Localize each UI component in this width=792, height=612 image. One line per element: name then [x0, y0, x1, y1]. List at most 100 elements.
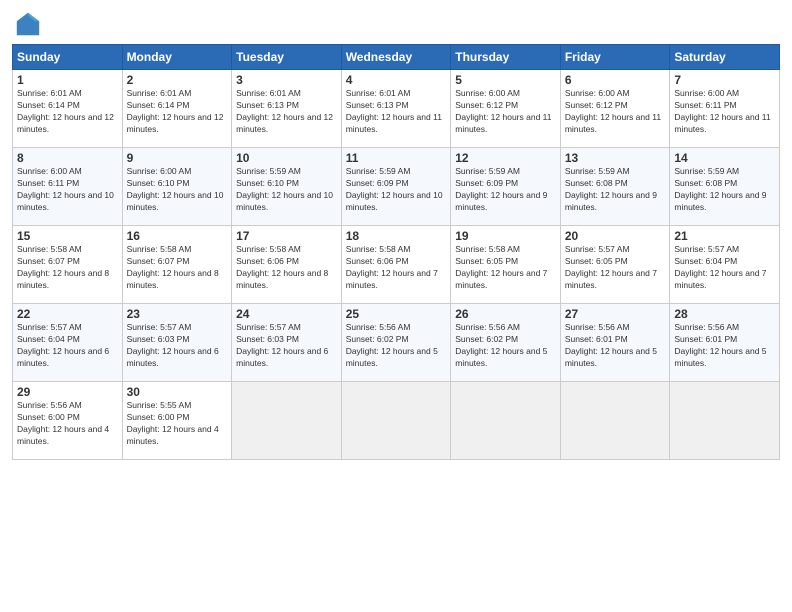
header-monday: Monday: [122, 45, 232, 70]
day-info: Sunrise: 6:00 AM Sunset: 6:10 PM Dayligh…: [127, 166, 228, 214]
day-number: 29: [17, 385, 118, 399]
day-info: Sunrise: 5:57 AM Sunset: 6:03 PM Dayligh…: [127, 322, 228, 370]
calendar-cell: 20 Sunrise: 5:57 AM Sunset: 6:05 PM Dayl…: [560, 226, 670, 304]
calendar-cell: [451, 382, 561, 460]
day-number: 6: [565, 73, 666, 87]
header-sunday: Sunday: [13, 45, 123, 70]
day-number: 20: [565, 229, 666, 243]
day-info: Sunrise: 5:58 AM Sunset: 6:07 PM Dayligh…: [127, 244, 228, 292]
calendar-cell: 28 Sunrise: 5:56 AM Sunset: 6:01 PM Dayl…: [670, 304, 780, 382]
calendar-cell: 7 Sunrise: 6:00 AM Sunset: 6:11 PM Dayli…: [670, 70, 780, 148]
calendar-cell: 12 Sunrise: 5:59 AM Sunset: 6:09 PM Dayl…: [451, 148, 561, 226]
calendar-cell: 5 Sunrise: 6:00 AM Sunset: 6:12 PM Dayli…: [451, 70, 561, 148]
weekday-header-row: Sunday Monday Tuesday Wednesday Thursday…: [13, 45, 780, 70]
page-header: [12, 10, 780, 38]
day-info: Sunrise: 5:58 AM Sunset: 6:05 PM Dayligh…: [455, 244, 556, 292]
calendar-cell: 13 Sunrise: 5:59 AM Sunset: 6:08 PM Dayl…: [560, 148, 670, 226]
calendar-cell: 22 Sunrise: 5:57 AM Sunset: 6:04 PM Dayl…: [13, 304, 123, 382]
day-info: Sunrise: 6:01 AM Sunset: 6:13 PM Dayligh…: [236, 88, 337, 136]
day-number: 11: [346, 151, 447, 165]
calendar-cell: 21 Sunrise: 5:57 AM Sunset: 6:04 PM Dayl…: [670, 226, 780, 304]
calendar-cell: 27 Sunrise: 5:56 AM Sunset: 6:01 PM Dayl…: [560, 304, 670, 382]
day-number: 9: [127, 151, 228, 165]
day-info: Sunrise: 5:58 AM Sunset: 6:06 PM Dayligh…: [236, 244, 337, 292]
calendar-cell: [232, 382, 342, 460]
day-info: Sunrise: 6:00 AM Sunset: 6:11 PM Dayligh…: [17, 166, 118, 214]
logo: [12, 10, 42, 38]
day-number: 16: [127, 229, 228, 243]
calendar-cell: 8 Sunrise: 6:00 AM Sunset: 6:11 PM Dayli…: [13, 148, 123, 226]
day-number: 21: [674, 229, 775, 243]
calendar-cell: 14 Sunrise: 5:59 AM Sunset: 6:08 PM Dayl…: [670, 148, 780, 226]
day-info: Sunrise: 5:58 AM Sunset: 6:06 PM Dayligh…: [346, 244, 447, 292]
day-info: Sunrise: 6:00 AM Sunset: 6:12 PM Dayligh…: [455, 88, 556, 136]
day-info: Sunrise: 5:56 AM Sunset: 6:02 PM Dayligh…: [455, 322, 556, 370]
calendar-cell: 24 Sunrise: 5:57 AM Sunset: 6:03 PM Dayl…: [232, 304, 342, 382]
day-info: Sunrise: 5:59 AM Sunset: 6:09 PM Dayligh…: [346, 166, 447, 214]
calendar-cell: 9 Sunrise: 6:00 AM Sunset: 6:10 PM Dayli…: [122, 148, 232, 226]
day-number: 1: [17, 73, 118, 87]
day-info: Sunrise: 5:55 AM Sunset: 6:00 PM Dayligh…: [127, 400, 228, 448]
day-info: Sunrise: 6:00 AM Sunset: 6:11 PM Dayligh…: [674, 88, 775, 136]
day-number: 18: [346, 229, 447, 243]
calendar-cell: 15 Sunrise: 5:58 AM Sunset: 6:07 PM Dayl…: [13, 226, 123, 304]
calendar-cell: 6 Sunrise: 6:00 AM Sunset: 6:12 PM Dayli…: [560, 70, 670, 148]
day-number: 10: [236, 151, 337, 165]
calendar-cell: 19 Sunrise: 5:58 AM Sunset: 6:05 PM Dayl…: [451, 226, 561, 304]
logo-icon: [14, 10, 42, 38]
day-number: 27: [565, 307, 666, 321]
day-info: Sunrise: 5:56 AM Sunset: 6:00 PM Dayligh…: [17, 400, 118, 448]
day-number: 15: [17, 229, 118, 243]
day-number: 26: [455, 307, 556, 321]
header-wednesday: Wednesday: [341, 45, 451, 70]
calendar-cell: 10 Sunrise: 5:59 AM Sunset: 6:10 PM Dayl…: [232, 148, 342, 226]
day-number: 7: [674, 73, 775, 87]
day-number: 8: [17, 151, 118, 165]
day-info: Sunrise: 5:59 AM Sunset: 6:09 PM Dayligh…: [455, 166, 556, 214]
day-info: Sunrise: 6:01 AM Sunset: 6:14 PM Dayligh…: [127, 88, 228, 136]
day-number: 19: [455, 229, 556, 243]
day-info: Sunrise: 5:56 AM Sunset: 6:02 PM Dayligh…: [346, 322, 447, 370]
day-number: 2: [127, 73, 228, 87]
day-number: 24: [236, 307, 337, 321]
day-number: 28: [674, 307, 775, 321]
day-info: Sunrise: 6:01 AM Sunset: 6:14 PM Dayligh…: [17, 88, 118, 136]
calendar-cell: 25 Sunrise: 5:56 AM Sunset: 6:02 PM Dayl…: [341, 304, 451, 382]
header-tuesday: Tuesday: [232, 45, 342, 70]
header-friday: Friday: [560, 45, 670, 70]
calendar-cell: 29 Sunrise: 5:56 AM Sunset: 6:00 PM Dayl…: [13, 382, 123, 460]
day-number: 5: [455, 73, 556, 87]
calendar-cell: 4 Sunrise: 6:01 AM Sunset: 6:13 PM Dayli…: [341, 70, 451, 148]
day-number: 14: [674, 151, 775, 165]
calendar-cell: 26 Sunrise: 5:56 AM Sunset: 6:02 PM Dayl…: [451, 304, 561, 382]
day-number: 12: [455, 151, 556, 165]
calendar-cell: 1 Sunrise: 6:01 AM Sunset: 6:14 PM Dayli…: [13, 70, 123, 148]
header-thursday: Thursday: [451, 45, 561, 70]
calendar-cell: 17 Sunrise: 5:58 AM Sunset: 6:06 PM Dayl…: [232, 226, 342, 304]
day-info: Sunrise: 5:58 AM Sunset: 6:07 PM Dayligh…: [17, 244, 118, 292]
calendar-table: Sunday Monday Tuesday Wednesday Thursday…: [12, 44, 780, 460]
day-info: Sunrise: 5:59 AM Sunset: 6:08 PM Dayligh…: [565, 166, 666, 214]
calendar-cell: [341, 382, 451, 460]
day-info: Sunrise: 5:56 AM Sunset: 6:01 PM Dayligh…: [565, 322, 666, 370]
header-saturday: Saturday: [670, 45, 780, 70]
day-info: Sunrise: 5:57 AM Sunset: 6:04 PM Dayligh…: [674, 244, 775, 292]
calendar-page: Sunday Monday Tuesday Wednesday Thursday…: [0, 0, 792, 612]
day-info: Sunrise: 5:56 AM Sunset: 6:01 PM Dayligh…: [674, 322, 775, 370]
calendar-cell: 2 Sunrise: 6:01 AM Sunset: 6:14 PM Dayli…: [122, 70, 232, 148]
day-number: 23: [127, 307, 228, 321]
calendar-cell: [670, 382, 780, 460]
calendar-cell: [560, 382, 670, 460]
day-info: Sunrise: 5:57 AM Sunset: 6:04 PM Dayligh…: [17, 322, 118, 370]
calendar-cell: 18 Sunrise: 5:58 AM Sunset: 6:06 PM Dayl…: [341, 226, 451, 304]
day-number: 4: [346, 73, 447, 87]
day-info: Sunrise: 6:01 AM Sunset: 6:13 PM Dayligh…: [346, 88, 447, 136]
day-info: Sunrise: 5:59 AM Sunset: 6:10 PM Dayligh…: [236, 166, 337, 214]
day-info: Sunrise: 5:57 AM Sunset: 6:05 PM Dayligh…: [565, 244, 666, 292]
day-number: 30: [127, 385, 228, 399]
day-number: 3: [236, 73, 337, 87]
day-info: Sunrise: 5:59 AM Sunset: 6:08 PM Dayligh…: [674, 166, 775, 214]
day-number: 17: [236, 229, 337, 243]
day-number: 25: [346, 307, 447, 321]
day-info: Sunrise: 6:00 AM Sunset: 6:12 PM Dayligh…: [565, 88, 666, 136]
